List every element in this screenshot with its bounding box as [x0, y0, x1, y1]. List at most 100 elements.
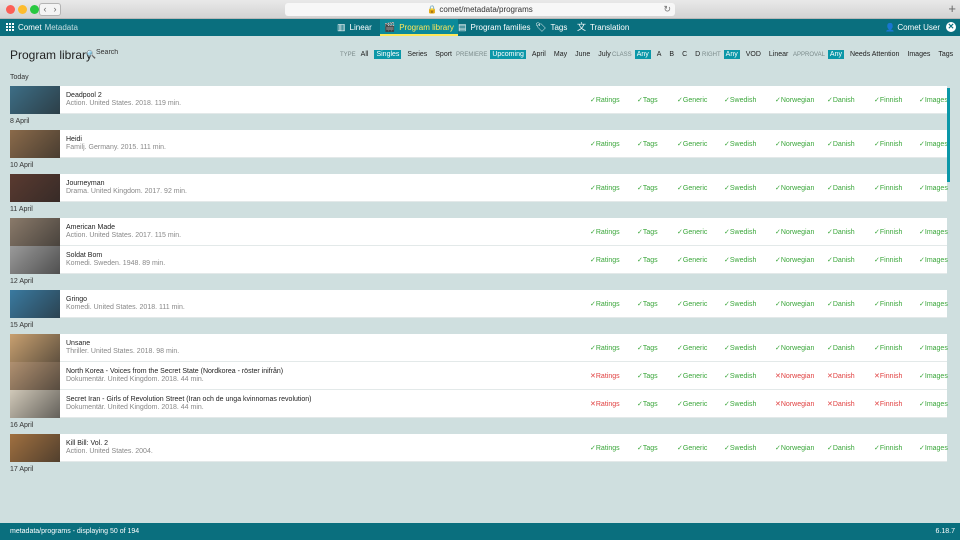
status-ratings[interactable]: ✓Ratings — [590, 256, 620, 264]
status-images[interactable]: ✓Images — [919, 228, 948, 236]
back-icon[interactable]: ‹ — [40, 4, 50, 15]
nav-linear[interactable]: ▥ Linear — [333, 19, 376, 36]
filter-option[interactable]: C — [680, 50, 689, 59]
status-tags[interactable]: ✓Tags — [637, 184, 658, 192]
status-finnish[interactable]: ✓Finnish — [874, 228, 902, 236]
status-tags[interactable]: ✓Tags — [637, 228, 658, 236]
status-danish[interactable]: ✓Danish — [827, 228, 855, 236]
program-row[interactable]: Soldat Bom Komedi. Sweden. 1948. 89 min. ✓… — [10, 246, 948, 274]
status-ratings[interactable]: ✓Ratings — [590, 184, 620, 192]
status-norwegian[interactable]: ✕Norwegian — [775, 372, 814, 380]
status-danish[interactable]: ✓Danish — [827, 140, 855, 148]
filter-option[interactable]: B — [667, 50, 676, 59]
program-title[interactable]: North Korea - Voices from the Secret Sta… — [66, 368, 283, 375]
program-row[interactable]: Deadpool 2 Action. United States. 2018. 1… — [10, 86, 948, 114]
maximize-window-button[interactable] — [30, 5, 39, 14]
filter-option[interactable]: Sport — [433, 50, 454, 59]
status-ratings[interactable]: ✕Ratings — [590, 400, 620, 408]
status-finnish[interactable]: ✓Finnish — [874, 444, 902, 452]
scrollbar[interactable] — [947, 88, 950, 182]
status-tags[interactable]: ✓Tags — [637, 140, 658, 148]
status-generic[interactable]: ✓Generic — [677, 400, 707, 408]
app-brand[interactable]: Comet Metadata — [18, 23, 78, 32]
status-generic[interactable]: ✓Generic — [677, 344, 707, 352]
status-generic[interactable]: ✓Generic — [677, 228, 707, 236]
close-icon[interactable]: ✕ — [946, 22, 956, 32]
user-menu[interactable]: 👤 Comet User — [885, 23, 940, 32]
filter-option[interactable]: All — [359, 50, 371, 59]
nav-program-library[interactable]: 🎬 Program library — [380, 19, 458, 36]
apps-grid-icon[interactable] — [6, 23, 14, 31]
status-generic[interactable]: ✓Generic — [677, 184, 707, 192]
status-generic[interactable]: ✓Generic — [677, 372, 707, 380]
filter-option[interactable]: Needs Attention — [848, 50, 901, 59]
status-finnish[interactable]: ✓Finnish — [874, 300, 902, 308]
status-norwegian[interactable]: ✓Norwegian — [775, 444, 814, 452]
status-tags[interactable]: ✓Tags — [637, 344, 658, 352]
close-window-button[interactable] — [6, 5, 15, 14]
new-tab-icon[interactable]: + — [948, 1, 956, 16]
status-danish[interactable]: ✓Danish — [827, 256, 855, 264]
status-swedish[interactable]: ✓Swedish — [724, 184, 756, 192]
status-ratings[interactable]: ✓Ratings — [590, 300, 620, 308]
status-images[interactable]: ✓Images — [919, 256, 948, 264]
status-finnish[interactable]: ✓Finnish — [874, 344, 902, 352]
filter-option[interactable]: Singles — [374, 50, 402, 59]
status-tags[interactable]: ✓Tags — [637, 400, 658, 408]
status-images[interactable]: ✓Images — [919, 140, 948, 148]
status-norwegian[interactable]: ✓Norwegian — [775, 256, 814, 264]
program-title[interactable]: Deadpool 2 — [66, 92, 102, 99]
program-title[interactable]: Gringo — [66, 296, 87, 303]
minimize-window-button[interactable] — [18, 5, 27, 14]
status-finnish[interactable]: ✓Finnish — [874, 256, 902, 264]
search-input[interactable] — [96, 49, 156, 56]
nav-tags[interactable]: 🏷 Tags — [531, 19, 571, 36]
status-danish[interactable]: ✓Danish — [827, 444, 855, 452]
address-bar[interactable]: 🔒 comet/metadata/programs ↻ — [285, 3, 675, 16]
program-row[interactable]: Journeyman Drama. United Kingdom. 2017. 9… — [10, 174, 948, 202]
status-ratings[interactable]: ✓Ratings — [590, 444, 620, 452]
filter-option[interactable]: Images — [905, 50, 932, 59]
status-ratings[interactable]: ✕Ratings — [590, 372, 620, 380]
program-title[interactable]: Unsane — [66, 340, 90, 347]
program-row[interactable]: Gringo Komedi. United States. 2018. 111 m… — [10, 290, 948, 318]
program-title[interactable]: Secret Iran - Girls of Revolution Street… — [66, 396, 312, 403]
status-norwegian[interactable]: ✓Norwegian — [775, 344, 814, 352]
nav-program-families[interactable]: ▤ Program families — [454, 19, 535, 36]
filter-option[interactable]: Any — [723, 50, 740, 59]
filter-option[interactable]: Series — [405, 50, 429, 59]
filter-option[interactable]: May — [552, 50, 569, 59]
status-danish[interactable]: ✓Danish — [827, 96, 855, 104]
nav-translation[interactable]: 文 Translation — [573, 19, 633, 36]
filter-option[interactable]: D — [693, 50, 702, 59]
status-finnish[interactable]: ✓Finnish — [874, 96, 902, 104]
status-finnish[interactable]: ✕Finnish — [874, 372, 902, 380]
status-finnish[interactable]: ✕Finnish — [874, 400, 902, 408]
status-swedish[interactable]: ✓Swedish — [724, 96, 756, 104]
status-images[interactable]: ✓Images — [919, 444, 948, 452]
status-swedish[interactable]: ✓Swedish — [724, 300, 756, 308]
status-images[interactable]: ✓Images — [919, 344, 948, 352]
status-generic[interactable]: ✓Generic — [677, 96, 707, 104]
status-swedish[interactable]: ✓Swedish — [724, 140, 756, 148]
status-danish[interactable]: ✓Danish — [827, 344, 855, 352]
status-tags[interactable]: ✓Tags — [637, 300, 658, 308]
filter-option[interactable]: Any — [634, 50, 651, 59]
program-row[interactable]: Secret Iran - Girls of Revolution Street… — [10, 390, 948, 418]
status-danish[interactable]: ✕Danish — [827, 400, 855, 408]
status-finnish[interactable]: ✓Finnish — [874, 140, 902, 148]
filter-option[interactable]: A — [655, 50, 664, 59]
status-ratings[interactable]: ✓Ratings — [590, 344, 620, 352]
status-generic[interactable]: ✓Generic — [677, 300, 707, 308]
status-norwegian[interactable]: ✓Norwegian — [775, 228, 814, 236]
status-images[interactable]: ✓Images — [919, 400, 948, 408]
status-generic[interactable]: ✓Generic — [677, 444, 707, 452]
status-danish[interactable]: ✓Danish — [827, 300, 855, 308]
filter-option[interactable]: April — [530, 50, 548, 59]
filter-option[interactable]: VOD — [744, 50, 763, 59]
status-norwegian[interactable]: ✓Norwegian — [775, 184, 814, 192]
program-title[interactable]: Soldat Bom — [66, 252, 102, 259]
program-row[interactable]: Kill Bill: Vol. 2 Action. United States. … — [10, 434, 948, 462]
status-generic[interactable]: ✓Generic — [677, 256, 707, 264]
status-tags[interactable]: ✓Tags — [637, 256, 658, 264]
